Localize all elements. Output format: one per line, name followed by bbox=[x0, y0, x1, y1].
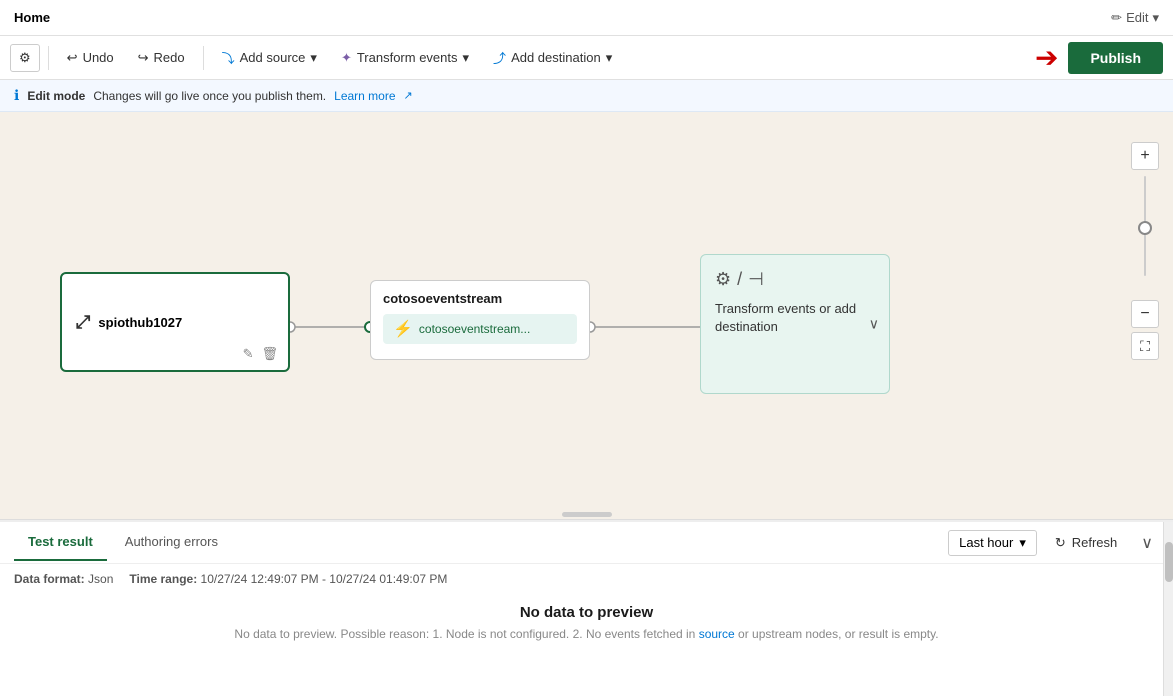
bottom-panel: Test result Authoring errors Last hour ▾… bbox=[0, 520, 1173, 696]
no-data-section: No data to preview No data to preview. P… bbox=[0, 594, 1173, 651]
expand-panel-button[interactable]: ∨ bbox=[1135, 529, 1159, 557]
redo-icon: ↪ bbox=[138, 50, 149, 66]
refresh-icon: ↻ bbox=[1055, 535, 1066, 551]
add-destination-label: Add destination bbox=[511, 50, 601, 65]
redo-button[interactable]: ↪ Redo bbox=[128, 45, 195, 71]
destination-separator: / bbox=[737, 269, 742, 290]
canvas-scroll-handle bbox=[562, 512, 612, 517]
scrollbar-thumb bbox=[1165, 542, 1173, 582]
zoom-slider[interactable] bbox=[1144, 176, 1146, 296]
time-range-select[interactable]: Last hour ▾ bbox=[948, 530, 1037, 556]
info-message: Changes will go live once you publish th… bbox=[93, 89, 326, 103]
zoom-in-icon: + bbox=[1140, 147, 1149, 165]
data-format-value: Json bbox=[88, 572, 113, 586]
title-bar: Home ✏ Edit ▾ bbox=[0, 0, 1173, 36]
settings-button[interactable]: ⚙ bbox=[10, 44, 40, 72]
divider-1 bbox=[48, 46, 49, 70]
source-node: ⤢ spiothub1027 ✎ 🗑 bbox=[60, 272, 290, 372]
edit-chevron-icon: ▾ bbox=[1152, 10, 1159, 26]
toolbar: ⚙ ↩ Undo ↪ Redo ⤵ Add source ▾ ✦ Transfo… bbox=[0, 36, 1173, 80]
zoom-out-icon: − bbox=[1140, 305, 1149, 323]
right-scrollbar[interactable] bbox=[1163, 522, 1173, 696]
source-link[interactable]: source bbox=[699, 627, 735, 641]
publish-label: Publish bbox=[1090, 50, 1141, 66]
stream-badge-label: cotosoeventstream... bbox=[419, 322, 530, 336]
edit-node-icon[interactable]: ✎ bbox=[243, 346, 254, 362]
home-title: Home bbox=[14, 10, 50, 25]
data-format-label: Data format: Json bbox=[14, 572, 113, 586]
undo-label: Undo bbox=[83, 50, 114, 65]
red-arrow-indicator: ➔ bbox=[1035, 41, 1058, 74]
time-range-value: 10/27/24 12:49:07 PM - 10/27/24 01:49:07… bbox=[201, 572, 448, 586]
transform-icon: ✦ bbox=[341, 50, 352, 66]
zoom-out-button[interactable]: − bbox=[1131, 300, 1159, 328]
tab-authoring-errors-label: Authoring errors bbox=[125, 534, 218, 549]
destination-chevron-icon[interactable]: ∨ bbox=[869, 316, 879, 333]
edit-button[interactable]: ✏ Edit ▾ bbox=[1111, 10, 1159, 26]
zoom-slider-track bbox=[1144, 176, 1146, 276]
data-meta-bar: Data format: Json Time range: 10/27/24 1… bbox=[0, 564, 1173, 594]
no-data-description: No data to preview. Possible reason: 1. … bbox=[10, 627, 1163, 641]
destination-node-text: Transform events or add destination bbox=[715, 300, 875, 336]
add-destination-chevron-icon: ▾ bbox=[606, 50, 613, 66]
zoom-slider-thumb[interactable] bbox=[1138, 221, 1152, 235]
zoom-fit-button[interactable]: ⛶ bbox=[1131, 332, 1159, 360]
refresh-label: Refresh bbox=[1072, 535, 1118, 550]
add-destination-button[interactable]: ⤴ Add destination ▾ bbox=[483, 43, 622, 72]
info-bar: ℹ Edit mode Changes will go live once yo… bbox=[0, 80, 1173, 112]
edit-mode-label: Edit mode bbox=[27, 89, 85, 103]
add-source-icon: ⤵ bbox=[222, 48, 235, 67]
transform-events-button[interactable]: ✦ Transform events ▾ bbox=[331, 45, 479, 71]
transform-chevron-icon: ▾ bbox=[463, 50, 470, 66]
add-source-button[interactable]: ⤵ Add source ▾ bbox=[212, 43, 327, 72]
tab-test-result[interactable]: Test result bbox=[14, 524, 107, 561]
delete-node-icon[interactable]: 🗑 bbox=[261, 346, 278, 362]
destination-node[interactable]: ⚙ / ⊣ Transform events or add destinatio… bbox=[700, 254, 890, 394]
destination-gear-icon: ⚙ bbox=[715, 269, 731, 290]
source-node-title: spiothub1027 bbox=[98, 315, 182, 330]
zoom-controls: + − ⛶ bbox=[1131, 142, 1159, 360]
settings-icon: ⚙ bbox=[19, 50, 31, 66]
stream-badge-icon: ⚡ bbox=[393, 319, 413, 339]
publish-button[interactable]: Publish bbox=[1068, 42, 1163, 74]
divider-2 bbox=[203, 46, 204, 70]
time-range-meta: Time range: 10/27/24 12:49:07 PM - 10/27… bbox=[129, 572, 447, 586]
destination-node-icons: ⚙ / ⊣ bbox=[715, 269, 875, 290]
canvas: ⤢ spiothub1027 ✎ 🗑 cotosoeventstream ⚡ c… bbox=[0, 112, 1173, 520]
learn-more-link[interactable]: Learn more bbox=[334, 89, 395, 103]
tab-authoring-errors[interactable]: Authoring errors bbox=[111, 524, 232, 561]
time-range-chevron-icon: ▾ bbox=[1019, 535, 1026, 551]
bottom-tabs-bar: Test result Authoring errors Last hour ▾… bbox=[0, 522, 1173, 564]
expand-icon: ∨ bbox=[1141, 535, 1153, 552]
no-data-title: No data to preview bbox=[10, 604, 1163, 621]
source-node-icon: ⤢ bbox=[76, 312, 90, 333]
tab-test-result-label: Test result bbox=[28, 534, 93, 549]
add-destination-icon: ⤴ bbox=[493, 48, 506, 67]
time-range-label: Last hour bbox=[959, 535, 1013, 550]
stream-node-badge: ⚡ cotosoeventstream... bbox=[383, 314, 577, 344]
stream-node-title: cotosoeventstream bbox=[383, 291, 577, 306]
add-source-chevron-icon: ▾ bbox=[310, 50, 317, 66]
stream-node: cotosoeventstream ⚡ cotosoeventstream... bbox=[370, 280, 590, 360]
info-icon: ℹ bbox=[14, 87, 19, 104]
destination-export-icon: ⊣ bbox=[748, 269, 764, 290]
refresh-button[interactable]: ↻ Refresh bbox=[1047, 531, 1125, 555]
add-source-label: Add source bbox=[240, 50, 306, 65]
transform-events-label: Transform events bbox=[357, 50, 458, 65]
undo-button[interactable]: ↩ Undo bbox=[57, 45, 124, 71]
zoom-fit-icon: ⛶ bbox=[1140, 338, 1150, 355]
edit-label: Edit bbox=[1126, 10, 1148, 25]
redo-label: Redo bbox=[154, 50, 185, 65]
undo-icon: ↩ bbox=[67, 50, 78, 66]
zoom-in-button[interactable]: + bbox=[1131, 142, 1159, 170]
external-link-icon: ↗ bbox=[404, 89, 413, 102]
